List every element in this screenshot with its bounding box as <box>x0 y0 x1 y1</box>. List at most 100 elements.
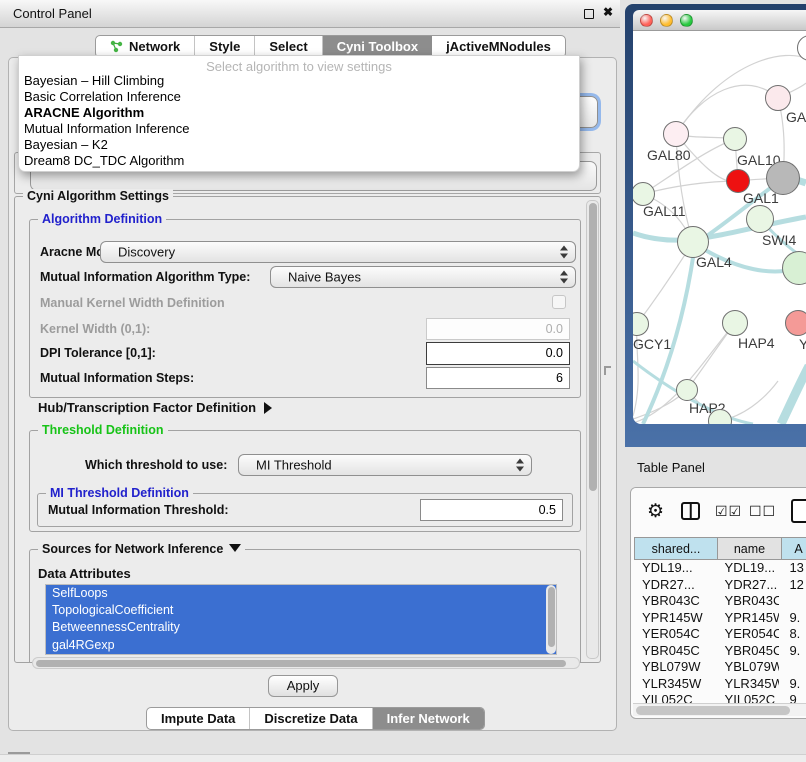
table-cell: YER054C <box>634 626 717 643</box>
table-cell: YDL19... <box>717 560 780 577</box>
tab-impute-data[interactable]: Impute Data <box>147 708 250 729</box>
table-cell <box>779 593 806 610</box>
column-header-a[interactable]: A <box>782 537 806 560</box>
mi-type-combobox[interactable]: Naive Bayes <box>270 266 576 288</box>
dropdown-item-bayesian-k2[interactable]: Bayesian – K2 <box>19 137 579 153</box>
attribute-gal4rgexp[interactable]: gal4RGexp <box>46 637 556 654</box>
tab-style[interactable]: Style <box>195 36 255 57</box>
dropdown-item-basic-correlation-inference[interactable]: Basic Correlation Inference <box>19 89 579 105</box>
attributes-hscrollbar-thumb[interactable] <box>36 660 566 667</box>
tab-network[interactable]: Network <box>96 36 195 57</box>
which-threshold-combobox[interactable]: MI Threshold <box>238 454 532 476</box>
zoom-light-icon[interactable] <box>680 14 693 27</box>
kernel-width-field[interactable]: 0.0 <box>426 318 570 340</box>
tab-infer-network[interactable]: Infer Network <box>373 708 484 729</box>
table-cell: YBR043C <box>717 593 780 610</box>
node-label-swi4: SWI4 <box>762 232 796 248</box>
aracne-mode-combobox[interactable]: Discovery <box>100 241 576 263</box>
spinner-arrows-icon <box>516 459 524 472</box>
sources-group-title[interactable]: Sources for Network Inference <box>38 542 245 556</box>
mi-threshold-field[interactable]: 0.5 <box>420 499 563 521</box>
node-swi4[interactable] <box>746 205 774 233</box>
table-hscrollbar[interactable] <box>633 703 806 716</box>
table-hscrollbar-thumb[interactable] <box>636 706 790 715</box>
network-canvas[interactable]: GALGAL80GAL10GAL1GAL11SWI4GAL4GCY1HAP4YH… <box>633 31 806 424</box>
dropdown-item-aracne-algorithm[interactable]: ARACNE Algorithm <box>19 105 579 121</box>
threshold-definition-title: Threshold Definition <box>38 423 168 437</box>
table-toolbar: ⚙ ☑☑ ☐☐ <box>631 488 806 537</box>
close-light-icon[interactable] <box>640 14 653 27</box>
column-header-name[interactable]: name <box>718 537 782 560</box>
close-icon[interactable]: ✖ <box>603 5 613 19</box>
attribute-betweennesscentrality[interactable]: BetweennessCentrality <box>46 619 556 636</box>
network-view-window: GALGAL80GAL10GAL1GAL11SWI4GAL4GCY1HAP4YH… <box>625 4 806 447</box>
manual-kernel-checkbox[interactable] <box>552 295 566 309</box>
table-row[interactable]: YLR345WYLR345W9. <box>634 676 806 693</box>
settings-group-title: Cyni Algorithm Settings <box>23 189 173 203</box>
table-row[interactable]: YDR27...YDR27...12 <box>634 577 806 594</box>
table-mode-icon[interactable] <box>791 499 806 523</box>
bottom-tabs: Impute DataDiscretize DataInfer Network <box>146 707 485 730</box>
attributes-scrollbar-thumb[interactable] <box>548 587 555 647</box>
dropdown-item-bayesian-hill-climbing[interactable]: Bayesian – Hill Climbing <box>19 73 579 89</box>
columns-icon[interactable] <box>681 502 700 520</box>
settings-scrollbar-thumb[interactable] <box>589 203 597 491</box>
attribute-topologicalcoefficient[interactable]: TopologicalCoefficient <box>46 602 556 619</box>
algorithm-dropdown-prompt: Select algorithm to view settings <box>19 56 579 73</box>
apply-button[interactable]: Apply <box>268 675 338 697</box>
spinner-arrows-icon <box>560 246 568 259</box>
table-row[interactable]: YBR043CYBR043C <box>634 593 806 610</box>
table-row[interactable]: YER054CYER054C8. <box>634 626 806 643</box>
hub-definition-toggle[interactable]: Hub/Transcription Factor Definition <box>38 400 272 415</box>
dropdown-item-mutual-information-inference[interactable]: Mutual Information Inference <box>19 121 579 137</box>
node-label-gal11: GAL11 <box>643 203 686 219</box>
node-y[interactable] <box>785 310 806 336</box>
minimize-light-icon[interactable] <box>660 14 673 27</box>
node-label-hap4: HAP4 <box>738 335 775 351</box>
table-rows[interactable]: YDL19...YDL19...13YDR27...YDR27...12YBR0… <box>634 560 806 706</box>
table-row[interactable]: YPR145WYPR145W9. <box>634 610 806 627</box>
table-row[interactable]: YDL19...YDL19...13 <box>634 560 806 577</box>
table-panel-title: Table Panel <box>637 460 705 475</box>
select-all-checkboxes-icon[interactable]: ☑☑ <box>715 503 742 520</box>
data-attributes-list[interactable]: SelfLoopsTopologicalCoefficientBetweenne… <box>45 584 557 655</box>
aracne-mode-value: Discovery <box>118 245 175 260</box>
attributes-scrollbar[interactable] <box>546 585 556 654</box>
node-gal10[interactable] <box>723 127 747 151</box>
deselect-all-checkboxes-icon[interactable]: ☐☐ <box>749 503 776 520</box>
control-panel-title: Control Panel <box>13 6 92 21</box>
mi-type-value: Naive Bayes <box>288 270 361 285</box>
column-header-shared[interactable]: shared... <box>634 537 718 560</box>
data-attributes-label: Data Attributes <box>38 566 131 581</box>
dpi-tolerance-field[interactable]: 0.0 <box>426 342 570 365</box>
table-cell: YBL079W <box>634 659 717 676</box>
tab-discretize-data[interactable]: Discretize Data <box>250 708 372 729</box>
settings-scrollbar[interactable] <box>586 200 599 659</box>
network-window-titlebar[interactable] <box>633 10 806 31</box>
node-gal80[interactable] <box>663 121 689 147</box>
node-label-gal80: GAL80 <box>647 147 691 163</box>
gear-icon[interactable]: ⚙ <box>647 500 664 523</box>
table-cell: 9. <box>779 643 806 660</box>
node-label-gal: GAL <box>786 109 806 125</box>
float-window-icon[interactable] <box>584 9 594 19</box>
tab-select[interactable]: Select <box>255 36 322 57</box>
node-unlabeled[interactable] <box>766 161 800 195</box>
dropdown-item-dream8-dc-tdc-algorithm[interactable]: Dream8 DC_TDC Algorithm <box>19 153 579 169</box>
attribute-selfloops[interactable]: SelfLoops <box>46 585 556 602</box>
attributes-hscrollbar[interactable] <box>32 657 580 669</box>
tab-jactivemnodules[interactable]: jActiveMNodules <box>432 36 565 57</box>
table-row[interactable]: YBR045CYBR045C9. <box>634 643 806 660</box>
node-hap4[interactable] <box>722 310 748 336</box>
algorithm-dropdown-popup: Select algorithm to view settings Bayesi… <box>18 55 580 172</box>
node-gal[interactable] <box>765 85 791 111</box>
tab-cyni-toolbox[interactable]: Cyni Toolbox <box>323 36 432 57</box>
table-cell: 8. <box>779 626 806 643</box>
tab-label: jActiveMNodules <box>446 39 551 54</box>
table-cell: YDR27... <box>634 577 717 594</box>
network-icon <box>110 40 123 53</box>
node-hap2[interactable] <box>676 379 698 401</box>
mi-steps-field[interactable]: 6 <box>426 367 570 389</box>
splitter-handle[interactable] <box>604 366 611 375</box>
table-row[interactable]: YBL079WYBL079W <box>634 659 806 676</box>
